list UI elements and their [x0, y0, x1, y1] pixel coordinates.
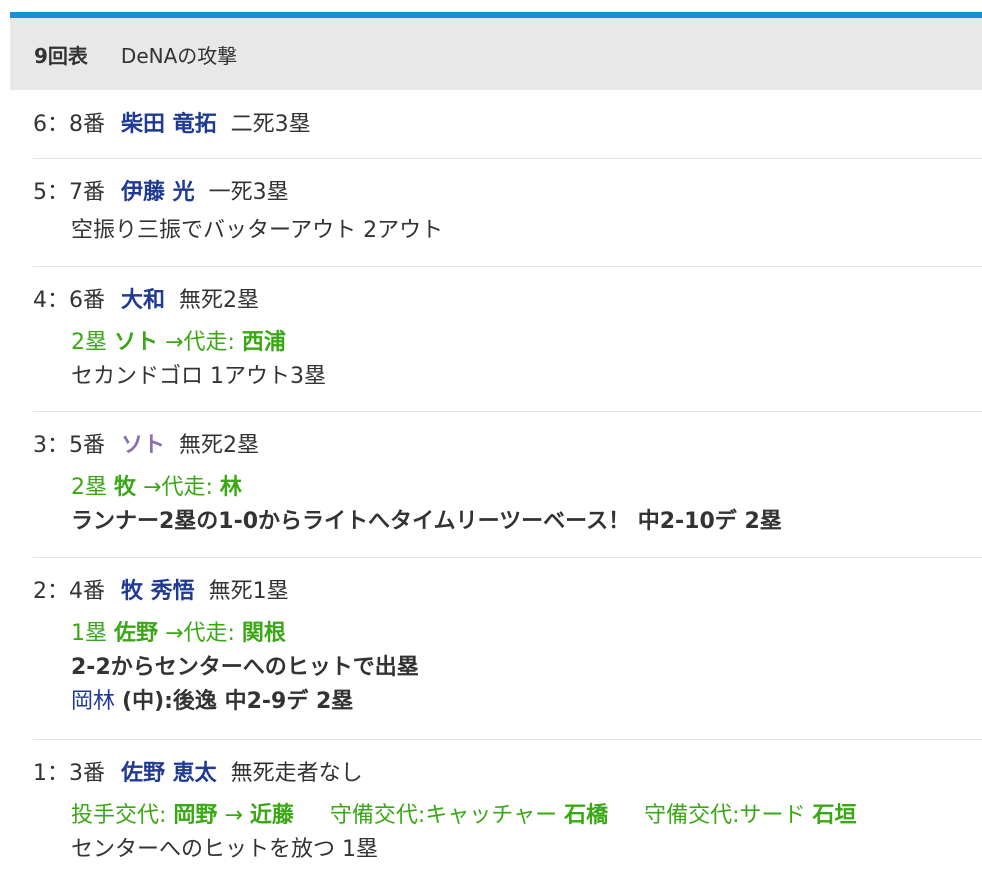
fielder-name-link[interactable]: 岡林	[71, 689, 115, 714]
list-item: 1：3番 佐野 恵太 無死走者なし 投手交代: 岡野 → 近藤 守備交代:キャッチャー…	[33, 740, 982, 886]
batter-name-link[interactable]: 柴田 竜拓	[121, 112, 217, 137]
inning-header: 9回表 DeNAの攻撃	[10, 18, 982, 90]
batter-order: 6：8番	[33, 112, 105, 137]
list-item: 5：7番 伊藤 光一死3塁 空振り三振でバッターアウト 2アウト	[33, 159, 982, 267]
batter-order: 5：7番	[33, 180, 105, 205]
batter-name-link[interactable]: 伊藤 光	[121, 180, 195, 205]
play-result: ランナー2塁の1-0からライトへタイムリーツーベース！ 中2-10デ 2塁	[71, 509, 782, 534]
pinch-runner-name: 西浦	[241, 330, 286, 355]
error-line: 岡林 (中):後逸 中2-9デ 2塁	[71, 685, 982, 719]
batter-name-link[interactable]: 大和	[121, 288, 165, 313]
catcher-in-name: 石橋	[564, 803, 609, 828]
list-item: 3：5番 ソト 無死2塁 2塁 牧 →代走: 林 ランナー2塁の1-0からライトへタ…	[33, 412, 982, 558]
situation-text: 無死2塁	[179, 288, 260, 313]
runner-name: 佐野	[114, 621, 159, 646]
pitcher-change-label: 投手交代:	[71, 803, 167, 828]
batter-order: 3：5番	[33, 433, 105, 458]
situation-text: 一死3塁	[208, 180, 289, 205]
play-result: セカンドゴロ 1アウト3塁	[71, 364, 326, 389]
situation-text: 無死走者なし	[230, 761, 363, 786]
runner-name: ソト	[114, 330, 159, 355]
batter-name-link[interactable]: 佐野 恵太	[121, 761, 217, 786]
batter-name-link[interactable]: 牧 秀悟	[121, 579, 195, 604]
catcher-change-label: 守備交代:キャッチャー	[329, 803, 558, 828]
arrow-icon: →	[224, 803, 243, 828]
substitution-line: 投手交代: 岡野 → 近藤 守備交代:キャッチャー 石橋 守備交代:サード 石垣	[71, 799, 982, 833]
batter-order: 1：3番	[33, 761, 105, 786]
pinch-runner-name: 林	[219, 475, 242, 500]
runner-base: 2塁	[71, 475, 107, 500]
error-result: (中):後逸 中2-9デ 2塁	[122, 689, 354, 714]
list-item: 2：4番牧 秀悟 無死1塁 1塁 佐野 →代走: 関根 2-2からセンターへのヒッ…	[33, 558, 982, 740]
team-attack-label: DeNAの攻撃	[120, 43, 238, 68]
pitcher-in-name: 近藤	[249, 803, 294, 828]
runner-base: 1塁	[71, 621, 107, 646]
runner-base: 2塁	[71, 330, 107, 355]
pinch-runner-name: 関根	[241, 621, 286, 646]
runner-change: 1塁 佐野 →代走: 関根	[71, 617, 982, 651]
play-result: 2-2からセンターへのヒットで出塁	[71, 655, 419, 680]
runner-change: 2塁 ソト →代走: 西浦	[71, 326, 982, 360]
situation-text: 無死2塁	[179, 433, 260, 458]
pinch-runner-label: →代走:	[143, 475, 213, 500]
third-base-change-label: 守備交代:サード	[644, 803, 806, 828]
play-result: センターへのヒットを放つ 1塁	[71, 837, 378, 862]
batter-order: 4：6番	[33, 288, 105, 313]
situation-text: 二死3塁	[230, 112, 311, 137]
list-item: 4：6番 大和 無死2塁 2塁 ソト →代走: 西浦 セカンドゴロ 1アウト3塁	[33, 267, 982, 412]
batter-order: 2：4番	[33, 579, 105, 604]
list-item: 6：8番 柴田 竜拓 二死3塁	[33, 91, 982, 159]
situation-text: 無死1塁	[208, 579, 289, 604]
play-result: 空振り三振でバッターアウト 2アウト	[71, 218, 444, 243]
play-by-play-list: 6：8番 柴田 竜拓 二死3塁 5：7番 伊藤 光一死3塁 空振り三振でバッターアウト…	[33, 91, 982, 886]
third-base-in-name: 石垣	[812, 803, 857, 828]
inning-label: 9回表	[34, 43, 88, 68]
pinch-runner-label: →代走:	[165, 621, 235, 646]
runner-change: 2塁 牧 →代走: 林	[71, 471, 982, 505]
runner-name: 牧	[114, 475, 137, 500]
pitcher-out-name: 岡野	[173, 803, 218, 828]
batter-name-link[interactable]: ソト	[121, 433, 165, 458]
pinch-runner-label: →代走:	[165, 330, 235, 355]
